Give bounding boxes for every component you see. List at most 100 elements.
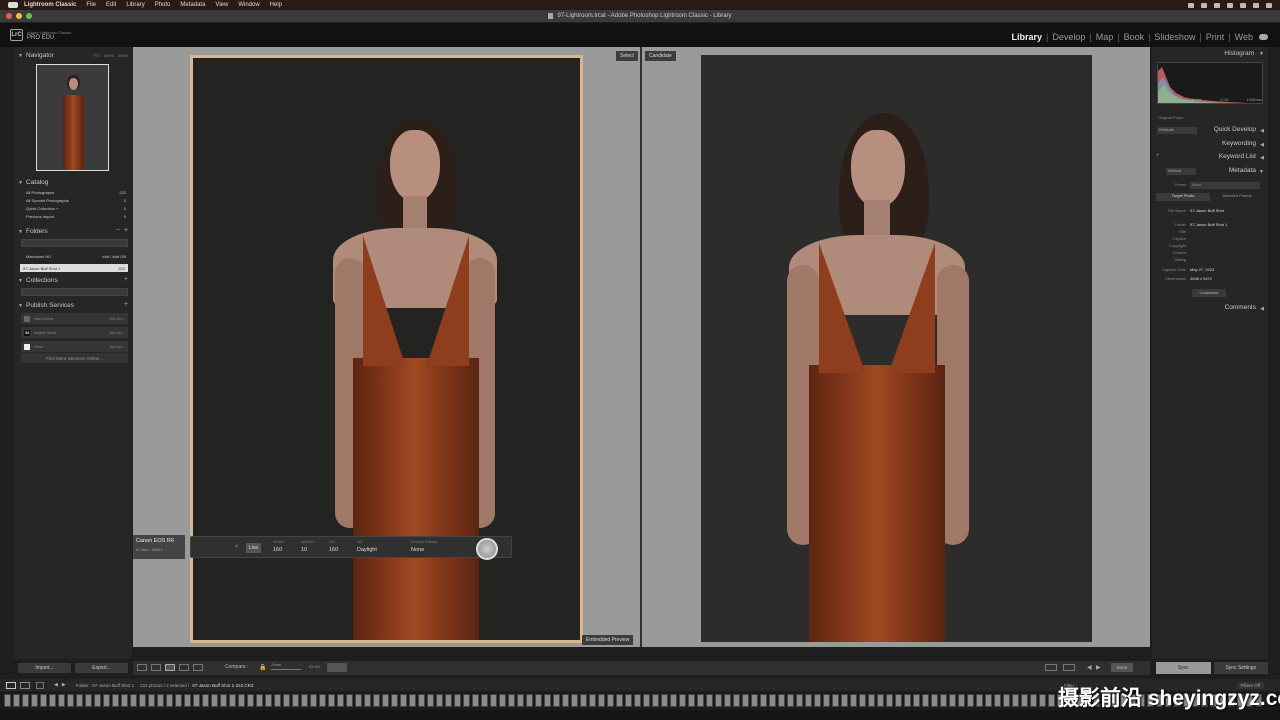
menu-metadata[interactable]: Metadata bbox=[180, 2, 205, 8]
navigator-collapse-icon[interactable]: ▼ bbox=[18, 53, 23, 59]
filmstrip-thumbnail[interactable] bbox=[184, 694, 191, 707]
filmstrip-folder[interactable]: Folder : 97-Jason Buff Shot 1 bbox=[76, 683, 134, 688]
catalog-item-all-photographs[interactable]: All Photographs 222 bbox=[26, 190, 126, 197]
filmstrip-thumbnail[interactable] bbox=[832, 694, 839, 707]
export-button[interactable]: Export... bbox=[75, 663, 128, 673]
filmstrip-thumbnail[interactable] bbox=[760, 694, 767, 707]
original-photo-checkbox[interactable]: Original Photo bbox=[1158, 115, 1183, 120]
filmstrip-thumbnail[interactable] bbox=[814, 694, 821, 707]
catalog-item-quick-collection[interactable]: Quick Collection + 0 bbox=[26, 206, 126, 213]
compare-view-icon[interactable] bbox=[165, 664, 175, 671]
filmstrip-thumbnail[interactable] bbox=[751, 694, 758, 707]
catalog-collapse-icon[interactable]: ▼ bbox=[18, 180, 23, 186]
publish-flickr[interactable]: Flickr Set Up... bbox=[21, 341, 128, 352]
keyword-list-add-button[interactable]: + bbox=[1156, 153, 1160, 159]
filmstrip-thumbnail[interactable] bbox=[877, 694, 884, 707]
module-book[interactable]: Book bbox=[1124, 32, 1145, 42]
module-develop[interactable]: Develop bbox=[1052, 32, 1085, 42]
make-select-icon[interactable] bbox=[1063, 664, 1075, 671]
module-library[interactable]: Library bbox=[1011, 32, 1042, 42]
metadata-preset-select[interactable]: None bbox=[1190, 182, 1260, 189]
filmstrip-thumbnail[interactable] bbox=[895, 694, 902, 707]
collections-add-button[interactable]: + bbox=[124, 276, 128, 283]
filmstrip-thumbnail[interactable] bbox=[220, 694, 227, 707]
catalog-item-all-synced[interactable]: All Synced Photographs 0 bbox=[26, 198, 126, 205]
filmstrip-thumbnail[interactable] bbox=[22, 694, 29, 707]
module-web[interactable]: Web bbox=[1235, 32, 1253, 42]
filmstrip-thumbnail[interactable] bbox=[1003, 694, 1010, 707]
filmstrip-thumbnail[interactable] bbox=[391, 694, 398, 707]
filmstrip-thumbnail[interactable] bbox=[1030, 694, 1037, 707]
filmstrip-thumbnail[interactable] bbox=[481, 694, 488, 707]
filmstrip-thumbnail[interactable] bbox=[652, 694, 659, 707]
next-arrow-icon[interactable]: ▶ bbox=[1096, 664, 1101, 671]
quick-develop-preset[interactable]: Defaults bbox=[1157, 127, 1197, 134]
filmstrip-thumbnail[interactable] bbox=[238, 694, 245, 707]
filmstrip-thumbnail[interactable] bbox=[427, 694, 434, 707]
lock-icon[interactable]: 🔒 bbox=[259, 664, 266, 671]
filmstrip-thumbnail[interactable] bbox=[580, 694, 587, 707]
menu-photo[interactable]: Photo bbox=[155, 2, 171, 8]
filmstrip-thumbnail[interactable] bbox=[985, 694, 992, 707]
wb-control[interactable]: WB Daylight bbox=[357, 540, 377, 553]
filmstrip-thumbnail[interactable] bbox=[715, 694, 722, 707]
filmstrip-thumbnail[interactable] bbox=[103, 694, 110, 707]
publish-setup-link[interactable]: Set Up... bbox=[109, 316, 125, 321]
filmstrip-thumbnail[interactable] bbox=[688, 694, 695, 707]
filmstrip-thumbnail[interactable] bbox=[922, 694, 929, 707]
publish-setup-link[interactable]: Set Up... bbox=[109, 330, 125, 335]
filmstrip-thumbnail[interactable] bbox=[472, 694, 479, 707]
filmstrip-thumbnail[interactable] bbox=[526, 694, 533, 707]
filmstrip-thumbnail[interactable] bbox=[4, 694, 11, 707]
filmstrip-thumbnail[interactable] bbox=[994, 694, 1001, 707]
filmstrip-thumbnail[interactable] bbox=[643, 694, 650, 707]
filmstrip-thumbnail[interactable] bbox=[670, 694, 677, 707]
filmstrip-thumbnail[interactable] bbox=[616, 694, 623, 707]
zoom-field[interactable] bbox=[327, 663, 347, 672]
done-button[interactable]: Done bbox=[1111, 663, 1133, 672]
filmstrip-thumbnail[interactable] bbox=[625, 694, 632, 707]
filmstrip-thumbnail[interactable] bbox=[418, 694, 425, 707]
swap-icon[interactable] bbox=[1045, 664, 1057, 671]
minimize-window-button[interactable] bbox=[16, 13, 22, 19]
collections-filter-field[interactable] bbox=[21, 288, 128, 296]
filmstrip-thumbnail[interactable] bbox=[607, 694, 614, 707]
module-print[interactable]: Print bbox=[1206, 32, 1225, 42]
filmstrip-thumbnail[interactable] bbox=[661, 694, 668, 707]
capture-button[interactable] bbox=[476, 538, 498, 560]
filmstrip-thumbnail[interactable] bbox=[769, 694, 776, 707]
filmstrip-thumbnail[interactable] bbox=[940, 694, 947, 707]
menu-edit[interactable]: Edit bbox=[106, 2, 116, 8]
live-view-button[interactable]: Live bbox=[246, 543, 262, 553]
filmstrip-thumbnail[interactable] bbox=[283, 694, 290, 707]
comments-title[interactable]: Comments bbox=[1225, 304, 1256, 311]
filmstrip-thumbnail[interactable] bbox=[346, 694, 353, 707]
filmstrip-thumbnail[interactable] bbox=[742, 694, 749, 707]
folder-item-selected[interactable]: 97-Jason Buff Shot 1 222 bbox=[20, 264, 128, 272]
iso-control[interactable]: ISO 160 bbox=[329, 540, 338, 553]
filmstrip-thumbnail[interactable] bbox=[904, 694, 911, 707]
nav-option-fit[interactable]: FIT bbox=[94, 53, 100, 58]
compare-divider[interactable] bbox=[640, 47, 642, 647]
status-icon-1[interactable] bbox=[1188, 2, 1194, 8]
filmstrip-thumbnail[interactable] bbox=[40, 694, 47, 707]
filmstrip-thumbnail[interactable] bbox=[211, 694, 218, 707]
loupe-view-icon[interactable] bbox=[151, 664, 161, 671]
filmstrip-thumbnail[interactable] bbox=[355, 694, 362, 707]
status-icon-4[interactable] bbox=[1227, 2, 1233, 8]
collections-collapse-icon[interactable]: ▼ bbox=[18, 278, 23, 284]
filmstrip-thumbnail[interactable] bbox=[229, 694, 236, 707]
previous-arrow-icon[interactable]: ◀ bbox=[1087, 664, 1092, 671]
menu-file[interactable]: File bbox=[86, 2, 96, 8]
window-2-icon[interactable] bbox=[20, 681, 30, 689]
filmstrip-thumbnail[interactable] bbox=[31, 694, 38, 707]
filmstrip-thumbnail[interactable] bbox=[58, 694, 65, 707]
filmstrip-thumbnail[interactable] bbox=[292, 694, 299, 707]
menu-library[interactable]: Library bbox=[126, 2, 144, 8]
close-tether-icon[interactable]: × bbox=[235, 544, 238, 550]
filmstrip-thumbnail[interactable] bbox=[958, 694, 965, 707]
cloud-sync-icon[interactable] bbox=[1259, 34, 1268, 40]
filmstrip-thumbnail[interactable] bbox=[400, 694, 407, 707]
navigator-header[interactable]: ▼ Navigator FIT 100% 300% bbox=[14, 50, 132, 60]
zoom-window-button[interactable] bbox=[26, 13, 32, 19]
